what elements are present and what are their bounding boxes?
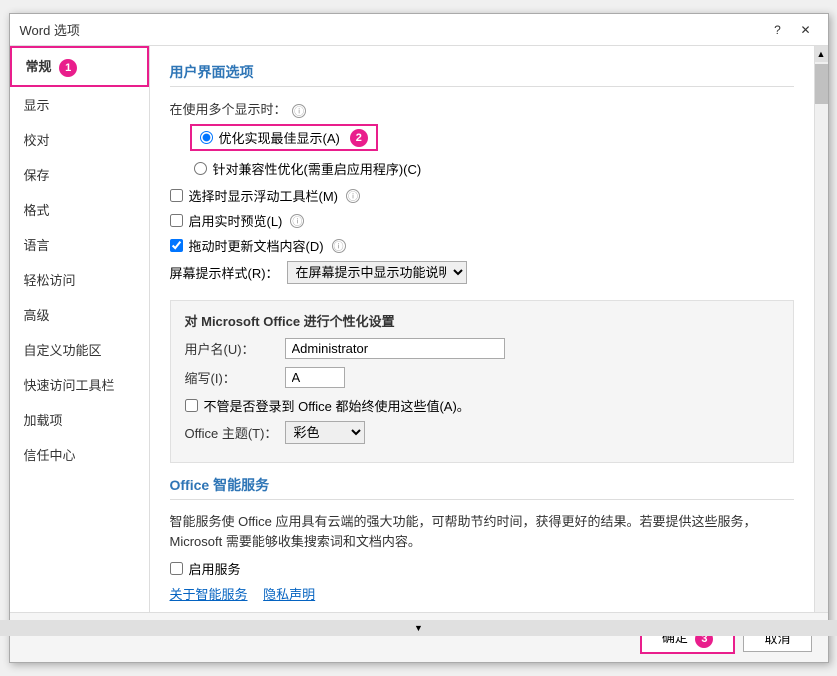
abbr-label: 缩写(I)： — [185, 368, 285, 387]
dialog-title: Word 选项 — [20, 20, 80, 39]
privacy-statement-link[interactable]: 隐私声明 — [263, 587, 315, 602]
screen-tip-row: 屏幕提示样式(R)： 在屏幕提示中显示功能说明 — [170, 261, 794, 284]
checkbox-update-doc-input[interactable] — [170, 239, 183, 252]
smart-service-desc: 智能服务使 Office 应用具有云端的强大功能，可帮助节约时间，获得更好的结果… — [170, 512, 794, 551]
sidebar-badge-1: 1 — [59, 59, 77, 77]
sidebar-item-addins[interactable]: 加载项 — [10, 402, 149, 437]
multi-display-group: 在使用多个显示时： ⓘ 优化实现最佳显示(A) 2 针对兼容性优化(需重启应用程… — [170, 99, 794, 284]
scroll-up[interactable]: ▲ — [815, 46, 828, 62]
theme-label: Office 主题(T)： — [185, 423, 285, 442]
theme-select[interactable]: 彩色 深灰色 白色 — [285, 421, 365, 444]
main-scrollbar[interactable]: ▲ ▼ — [814, 46, 828, 612]
checkbox-update-doc[interactable]: 拖动时更新文档内容(D) ⓘ — [170, 236, 794, 255]
sidebar-item-quick-access[interactable]: 快速访问工具栏 — [10, 367, 149, 402]
radio-badge-2: 2 — [350, 129, 368, 147]
radio-optimize-input[interactable] — [200, 131, 213, 144]
checkbox-live-preview-input[interactable] — [170, 214, 183, 227]
checkbox-floating-toolbar[interactable]: 选择时显示浮动工具栏(M) ⓘ — [170, 186, 794, 205]
theme-row: Office 主题(T)： 彩色 深灰色 白色 — [185, 421, 779, 444]
sidebar-item-language[interactable]: 语言 — [10, 227, 149, 262]
close-button[interactable]: ✕ — [794, 20, 818, 40]
info-icon-3[interactable]: ⓘ — [290, 214, 304, 228]
info-icon-2[interactable]: ⓘ — [346, 189, 360, 203]
main-panel: 用户界面选项 在使用多个显示时： ⓘ 优化实现最佳显示(A) 2 针对兼容性优化… — [150, 46, 814, 612]
sidebar-item-format[interactable]: 格式 — [10, 192, 149, 227]
username-row: 用户名(U)： — [185, 338, 779, 359]
radio-compatibility-input[interactable] — [194, 162, 207, 175]
scroll-thumb[interactable] — [815, 64, 828, 104]
username-input[interactable] — [285, 338, 505, 359]
personalize-section: 对 Microsoft Office 进行个性化设置 用户名(U)： 缩写(I)… — [170, 300, 794, 463]
title-bar-buttons: ? ✕ — [766, 20, 818, 40]
username-label: 用户名(U)： — [185, 339, 285, 358]
smart-service-section: Office 智能服务 智能服务使 Office 应用具有云端的强大功能，可帮助… — [170, 475, 794, 603]
radio-compatibility[interactable]: 针对兼容性优化(需重启应用程序)(C) — [194, 159, 794, 178]
enable-service-input[interactable] — [170, 562, 183, 575]
sidebar-item-accessibility[interactable]: 轻松访问 — [10, 262, 149, 297]
about-smart-service-link[interactable]: 关于智能服务 — [170, 587, 248, 602]
info-icon-1[interactable]: ⓘ — [292, 104, 306, 118]
checkbox-floating-toolbar-input[interactable] — [170, 189, 183, 202]
word-options-dialog: Word 选项 ? ✕ 常规 1 显示 校对 保存 格式 — [9, 13, 829, 663]
sidebar-item-proofing[interactable]: 校对 — [10, 122, 149, 157]
personalize-header: 对 Microsoft Office 进行个性化设置 — [185, 311, 779, 330]
smart-service-header: Office 智能服务 — [170, 475, 794, 500]
always-use-values-input[interactable] — [185, 399, 198, 412]
always-use-values-checkbox[interactable]: 不管是否登录到 Office 都始终使用这些值(A)。 — [185, 396, 779, 415]
sidebar-item-trust-center[interactable]: 信任中心 — [10, 437, 149, 472]
info-icon-4[interactable]: ⓘ — [332, 239, 346, 253]
abbr-row: 缩写(I)： — [185, 367, 779, 388]
sidebar: 常规 1 显示 校对 保存 格式 语言 轻松访问 高级 — [10, 46, 150, 612]
enable-service-checkbox[interactable]: 启用服务 — [170, 559, 794, 578]
title-bar: Word 选项 ? ✕ — [10, 14, 828, 46]
sidebar-item-save[interactable]: 保存 — [10, 157, 149, 192]
sidebar-item-general[interactable]: 常规 1 — [10, 46, 149, 87]
content-area: 常规 1 显示 校对 保存 格式 语言 轻松访问 高级 — [10, 46, 828, 612]
checkbox-live-preview[interactable]: 启用实时预览(L) ⓘ — [170, 211, 794, 230]
abbr-input[interactable] — [285, 367, 345, 388]
sidebar-item-display[interactable]: 显示 — [10, 87, 149, 122]
sidebar-item-advanced[interactable]: 高级 — [10, 297, 149, 332]
multi-display-label: 在使用多个显示时： ⓘ — [170, 99, 794, 118]
radio-optimize-display[interactable]: 优化实现最佳显示(A) 2 — [190, 124, 378, 151]
ui-options-header: 用户界面选项 — [170, 62, 794, 87]
help-button[interactable]: ? — [766, 20, 790, 40]
sidebar-item-customize-ribbon[interactable]: 自定义功能区 — [10, 332, 149, 367]
screen-tip-select[interactable]: 在屏幕提示中显示功能说明 — [287, 261, 467, 284]
